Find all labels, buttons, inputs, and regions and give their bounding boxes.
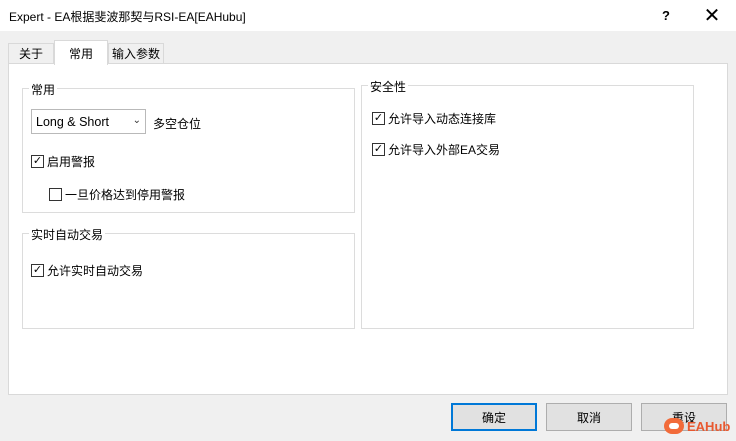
common-group-label: 常用 xyxy=(29,81,58,98)
tab-inputs[interactable]: 输入参数 xyxy=(108,43,164,63)
cancel-button[interactable]: 取消 xyxy=(546,403,632,431)
watermark: EAHub xyxy=(664,413,734,439)
window-title: Expert - EA根据斐波那契与RSI-EA[EAHubu] xyxy=(9,10,246,24)
allow-live-trading-checkbox[interactable]: ✓ 允许实时自动交易 xyxy=(31,262,143,279)
live-trading-group: 实时自动交易 ✓ 允许实时自动交易 xyxy=(22,226,355,329)
checkbox-unchecked[interactable] xyxy=(49,188,62,201)
safety-group-label: 安全性 xyxy=(368,78,409,95)
close-button[interactable]: ✕ xyxy=(689,0,735,31)
live-trading-group-label: 实时自动交易 xyxy=(29,226,106,243)
checkbox-checked[interactable]: ✓ xyxy=(31,155,44,168)
eahub-logo-icon xyxy=(664,418,684,434)
title-bar: Expert - EA根据斐波那契与RSI-EA[EAHubu] ? ✕ xyxy=(0,0,736,31)
position-select-label: 多空仓位 xyxy=(153,117,202,131)
enable-alerts-checkbox[interactable]: ✓ 启用警报 xyxy=(31,153,95,170)
checkbox-checked[interactable]: ✓ xyxy=(372,112,385,125)
tab-common[interactable]: 常用 xyxy=(54,40,108,65)
allow-external-ea-checkbox[interactable]: ✓ 允许导入外部EA交易 xyxy=(372,141,500,158)
tab-panel: 常用 Long & Short ⌄ 多空仓位 ✓ 启用警报 一旦价格达到停用警报… xyxy=(8,63,728,395)
allow-dll-imports-checkbox[interactable]: ✓ 允许导入动态连接库 xyxy=(372,110,496,127)
tab-about[interactable]: 关于 xyxy=(8,43,54,63)
position-select-value: Long & Short xyxy=(36,114,109,129)
disable-alerts-checkbox[interactable]: 一旦价格达到停用警报 xyxy=(49,186,185,203)
checkbox-checked[interactable]: ✓ xyxy=(31,264,44,277)
ok-button[interactable]: 确定 xyxy=(451,403,537,431)
help-button[interactable]: ? xyxy=(643,0,689,31)
allow-live-trading-label: 允许实时自动交易 xyxy=(47,264,144,278)
position-select[interactable]: Long & Short ⌄ xyxy=(31,109,146,134)
allow-external-ea-label: 允许导入外部EA交易 xyxy=(388,143,501,157)
common-group: 常用 Long & Short ⌄ 多空仓位 ✓ 启用警报 一旦价格达到停用警报 xyxy=(22,81,355,213)
disable-alerts-label: 一旦价格达到停用警报 xyxy=(65,188,186,202)
chevron-down-icon: ⌄ xyxy=(132,115,141,126)
checkbox-checked[interactable]: ✓ xyxy=(372,143,385,156)
safety-group: 安全性 ✓ 允许导入动态连接库 ✓ 允许导入外部EA交易 xyxy=(361,78,694,329)
enable-alerts-label: 启用警报 xyxy=(47,155,96,169)
allow-dll-imports-label: 允许导入动态连接库 xyxy=(388,112,497,126)
watermark-text: EAHub xyxy=(687,418,731,434)
